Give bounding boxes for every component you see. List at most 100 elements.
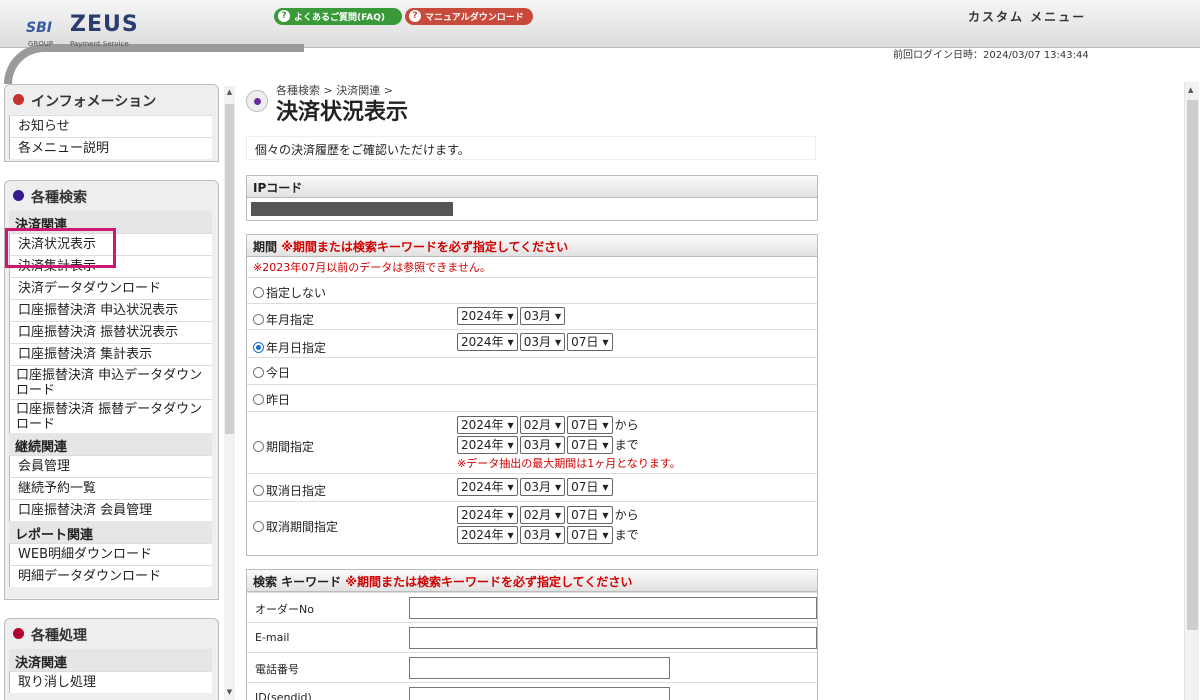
sidebar-item-news[interactable]: お知らせ	[9, 115, 212, 137]
chevron-down-icon: ▼	[554, 312, 562, 321]
manual-label: マニュアルダウンロード	[425, 13, 524, 23]
sidebar-item-payment-download[interactable]: 決済データダウンロード	[9, 277, 212, 299]
email-label: E-mail	[255, 631, 290, 644]
chevron-down-icon: ▼	[507, 483, 514, 492]
label-year-month: 年月指定	[266, 313, 315, 327]
sidebar-item-transfer-status[interactable]: 口座振替決済 振替状況表示	[9, 321, 212, 343]
scroll-thumb[interactable]	[225, 104, 234, 434]
cancel-range-from-year-select[interactable]: 2024年 ▼	[457, 506, 518, 524]
sendid-label: ID(sendid)	[255, 691, 312, 700]
option-none-row: 指定しない	[247, 277, 817, 303]
cancel-range-to-day-select[interactable]: 07日 ▼	[567, 526, 613, 544]
range-to-day-select[interactable]: 07日 ▼	[567, 436, 613, 454]
range-from-year-value: 2024年	[461, 418, 504, 432]
ymd-day-select[interactable]: 07日 ▼	[567, 333, 613, 351]
period-header: 期間 ※期間または検索キーワードを必ず指定してください	[247, 235, 817, 257]
cancel-year-select[interactable]: 2024年 ▼	[457, 478, 518, 496]
range-to-year-select[interactable]: 2024年 ▼	[457, 436, 518, 454]
sidebar-item-payment-status[interactable]: 決済状況表示	[9, 233, 212, 255]
page-scrollbar[interactable]: ▲	[1184, 82, 1199, 700]
radio-year-month-day[interactable]	[253, 342, 264, 353]
sidebar-item-payment-summary[interactable]: 決済集計表示	[9, 255, 212, 277]
cancel-day-value: 07日	[571, 480, 599, 494]
ym-year-select[interactable]: 2024年 ▼	[457, 307, 518, 325]
sidebar-item-reservations[interactable]: 継続予約一覧	[9, 477, 212, 499]
faq-button[interactable]: ? よくあるご質問(FAQ)	[274, 8, 402, 25]
chevron-down-icon: ▼	[507, 338, 514, 347]
info-panel: インフォメーション お知らせ 各メニュー説明	[4, 84, 219, 162]
cancel-range-to-month-select[interactable]: 03月 ▼	[519, 526, 566, 544]
sidebar-item-transfer-members[interactable]: 口座振替決済 会員管理	[9, 499, 212, 521]
chevron-down-icon: ▼	[507, 531, 514, 540]
sidebar-section-payment: 決済関連	[9, 211, 212, 233]
question-icon: ?	[278, 10, 290, 22]
sidebar-item-web-statement[interactable]: WEB明細ダウンロード	[9, 543, 212, 565]
scroll-up-icon[interactable]: ▲	[1188, 86, 1193, 94]
chevron-down-icon: ▼	[507, 441, 514, 450]
phone-input[interactable]	[409, 657, 670, 679]
period-title: 期間	[253, 240, 278, 254]
order-no-input[interactable]	[409, 597, 817, 619]
scroll-down-icon[interactable]: ▼	[225, 688, 234, 698]
option-today-row: 今日	[247, 357, 817, 384]
ym-month-select[interactable]: 03月 ▼	[519, 307, 566, 325]
range-to-year-value: 2024年	[461, 438, 504, 452]
ymd-month-select[interactable]: 03月 ▼	[519, 333, 566, 351]
chevron-down-icon: ▼	[554, 511, 562, 520]
radio-yesterday[interactable]	[253, 394, 264, 405]
period-note: ※2023年07月以前のデータは参照できません。	[253, 261, 491, 274]
scroll-up-icon[interactable]: ▲	[225, 88, 234, 98]
custom-menu[interactable]: カスタム メニュー	[968, 8, 1086, 25]
sidebar-item-transfer-summary[interactable]: 口座振替決済 集計表示	[9, 343, 212, 365]
radio-none[interactable]	[253, 287, 264, 298]
question-icon: ?	[409, 10, 421, 22]
range-from-month-select[interactable]: 02月 ▼	[519, 416, 566, 434]
scroll-thumb[interactable]	[1187, 100, 1198, 630]
email-input[interactable]	[409, 627, 817, 649]
sidebar-scrollbar[interactable]: ▲ ▼	[224, 86, 235, 700]
cancel-range-from-month-select[interactable]: 02月 ▼	[519, 506, 566, 524]
sidebar-item-members[interactable]: 会員管理	[9, 455, 212, 477]
ymd-year-value: 2024年	[461, 335, 504, 349]
range-to-month-select[interactable]: 03月 ▼	[519, 436, 566, 454]
radio-range[interactable]	[253, 441, 264, 452]
chevron-down-icon: ▼	[602, 338, 609, 347]
sidebar-item-statement-download[interactable]: 明細データダウンロード	[9, 565, 212, 587]
sidebar-item-transfer-application[interactable]: 口座振替決済 申込状況表示	[9, 299, 212, 321]
radio-cancel-range[interactable]	[253, 521, 264, 532]
radio-today[interactable]	[253, 367, 264, 378]
range-from-suffix: から	[614, 418, 639, 432]
radio-cancel-date[interactable]	[253, 485, 264, 496]
sendid-input[interactable]	[409, 687, 670, 700]
range-from-day-select[interactable]: 07日 ▼	[567, 416, 613, 434]
cancel-month-select[interactable]: 03月 ▼	[519, 478, 566, 496]
cancel-range-to-year-select[interactable]: 2024年 ▼	[457, 526, 518, 544]
zeus-logo[interactable]: SBI ZEUS GROUP Payment Service	[24, 8, 144, 48]
sidebar-item-transfer-data-download[interactable]: 口座振替決済 振替データダウンロード	[9, 399, 212, 433]
process-bullet-icon	[13, 628, 24, 639]
sidebar-item-cancel[interactable]: 取り消し処理	[9, 671, 212, 693]
range-from-year-select[interactable]: 2024年 ▼	[457, 416, 518, 434]
chevron-down-icon: ▼	[602, 483, 609, 492]
page-description: 個々の決済履歴をご確認いただけます。	[246, 136, 816, 160]
keyword-warning: ※期間または検索キーワードを必ず指定してください	[345, 575, 633, 589]
option-range-row: 期間指定 2024年 ▼ 02月 ▼ 07日 ▼ から 2024年 ▼ 03月 ▼ 07日 ▼ まで ※…	[247, 411, 817, 473]
range-from-day-value: 07日	[571, 418, 599, 432]
ymd-year-select[interactable]: 2024年 ▼	[457, 333, 518, 351]
label-today: 今日	[266, 366, 291, 380]
sidebar-item-transfer-app-download[interactable]: 口座振替決済 申込データダウンロード	[9, 365, 212, 399]
cancel-range-from-suffix: から	[614, 508, 639, 522]
cancel-range-from-day-select[interactable]: 07日 ▼	[567, 506, 613, 524]
cancel-range-from-day-value: 07日	[571, 508, 599, 522]
info-title: インフォメーション	[31, 94, 157, 110]
period-box: 期間 ※期間または検索キーワードを必ず指定してください ※2023年07月以前の…	[246, 234, 818, 556]
chevron-down-icon: ▼	[507, 421, 514, 430]
manual-download-button[interactable]: ? マニュアルダウンロード	[405, 8, 533, 25]
sidebar-section-process-payment: 決済関連	[9, 649, 212, 671]
cancel-day-select[interactable]: 07日 ▼	[567, 478, 613, 496]
sidebar-item-menu-guide[interactable]: 各メニュー説明	[9, 137, 212, 159]
last-login: 前回ログイン日時：2024/03/07 13:43:44	[893, 50, 1089, 61]
radio-year-month[interactable]	[253, 314, 264, 325]
cancel-range-to-year-value: 2024年	[461, 528, 504, 542]
range-from-month-value: 02月	[523, 418, 551, 432]
